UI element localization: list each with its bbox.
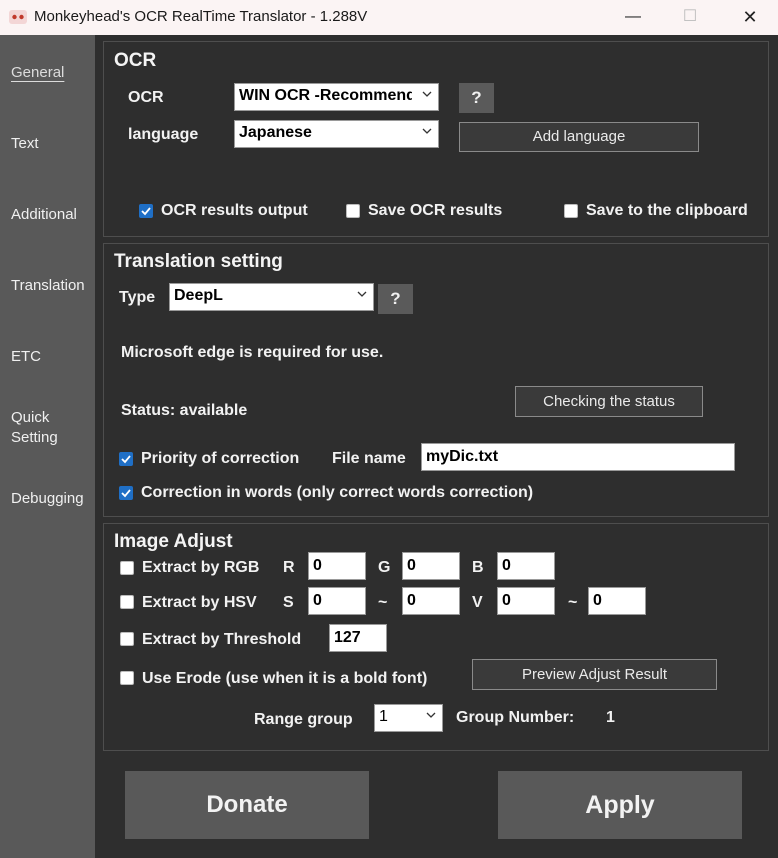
range-group-select[interactable]: 1 (374, 704, 443, 732)
r-label: R (283, 559, 295, 576)
file-name-input[interactable]: myDic.txt (421, 443, 735, 471)
check-icon (141, 207, 151, 216)
correction-words-label: Correction in words (only correct words … (141, 484, 534, 501)
b-input[interactable]: 0 (497, 552, 555, 580)
check-icon (121, 455, 131, 464)
ocr-panel: OCR OCR WIN OCR -Recommended ? language … (103, 41, 769, 237)
ocr-engine-label: OCR (128, 89, 164, 106)
apply-button[interactable]: Apply (498, 771, 742, 839)
sidebar-item-text[interactable]: Text (11, 134, 39, 154)
title-bar: Monkeyhead's OCR RealTime Translator - 1… (0, 0, 778, 35)
app-icon (9, 10, 27, 24)
translation-type-select[interactable]: DeepL (169, 283, 374, 311)
v-label: V (472, 594, 483, 611)
window-title: Monkeyhead's OCR RealTime Translator - 1… (34, 8, 368, 25)
extract-hsv-checkbox[interactable] (120, 595, 134, 609)
v-to-input[interactable]: 0 (588, 587, 646, 615)
ocr-engine-select[interactable]: WIN OCR -Recommended (234, 83, 439, 111)
s-label: S (283, 594, 294, 611)
sidebar-item-etc[interactable]: ETC (11, 347, 41, 367)
image-adjust-panel: Image Adjust Extract by RGB R 0 G 0 B 0 … (103, 523, 769, 751)
language-select[interactable]: Japanese (234, 120, 439, 148)
threshold-input[interactable]: 127 (329, 624, 387, 652)
range-group-label: Range group (254, 711, 353, 728)
group-number-label: Group Number: (456, 709, 575, 726)
translation-type-label: Type (119, 289, 156, 306)
g-label: G (378, 559, 391, 576)
add-language-button[interactable]: Add language (459, 122, 699, 152)
extract-rgb-checkbox[interactable] (120, 561, 134, 575)
extract-rgb-label: Extract by RGB (142, 559, 260, 576)
s-range-tilde: ~ (378, 594, 388, 611)
s-from-input[interactable]: 0 (308, 587, 366, 615)
translation-heading: Translation setting (114, 251, 283, 272)
extract-threshold-checkbox[interactable] (120, 632, 134, 646)
ocr-results-output-label: OCR results output (161, 202, 308, 219)
ocr-results-output-checkbox[interactable] (139, 204, 153, 218)
chevron-down-icon (422, 128, 432, 134)
save-clipboard-label: Save to the clipboard (586, 202, 748, 219)
r-input[interactable]: 0 (308, 552, 366, 580)
maximize-button[interactable]: ☐ (670, 4, 710, 30)
extract-hsv-label: Extract by HSV (142, 594, 257, 611)
preview-adjust-button[interactable]: Preview Adjust Result (472, 659, 717, 690)
sidebar: General Text Additional Translation ETC … (0, 35, 95, 858)
sidebar-item-general[interactable]: General (11, 63, 64, 83)
priority-correction-label: Priority of correction (141, 450, 300, 467)
chevron-down-icon (357, 291, 367, 297)
correction-words-checkbox[interactable] (119, 486, 133, 500)
check-icon (121, 489, 131, 498)
status-text: Status: available (121, 402, 248, 419)
sidebar-item-additional[interactable]: Additional (11, 205, 77, 225)
language-label: language (128, 126, 199, 143)
save-clipboard-checkbox[interactable] (564, 204, 578, 218)
image-adjust-heading: Image Adjust (114, 531, 233, 552)
group-number-value: 1 (606, 709, 615, 726)
main-content: OCR OCR WIN OCR -Recommended ? language … (95, 35, 778, 858)
use-erode-label: Use Erode (use when it is a bold font) (142, 670, 428, 687)
g-input[interactable]: 0 (402, 552, 460, 580)
sidebar-item-debugging[interactable]: Debugging (11, 489, 84, 509)
minimize-button[interactable]: — (613, 4, 653, 30)
close-button[interactable]: ✕ (730, 4, 770, 30)
chevron-down-icon (422, 91, 432, 97)
file-name-label: File name (332, 450, 406, 467)
ocr-heading: OCR (114, 50, 157, 71)
b-label: B (472, 559, 484, 576)
chevron-down-icon (426, 712, 436, 718)
priority-correction-checkbox[interactable] (119, 452, 133, 466)
donate-button[interactable]: Donate (125, 771, 369, 839)
v-range-tilde: ~ (568, 594, 578, 611)
sidebar-item-translation[interactable]: Translation (11, 276, 85, 296)
translation-help-button[interactable]: ? (378, 284, 413, 314)
use-erode-checkbox[interactable] (120, 671, 134, 685)
s-to-input[interactable]: 0 (402, 587, 460, 615)
extract-threshold-label: Extract by Threshold (142, 631, 302, 648)
save-ocr-results-label: Save OCR results (368, 202, 503, 219)
check-status-button[interactable]: Checking the status (515, 386, 703, 417)
save-ocr-results-checkbox[interactable] (346, 204, 360, 218)
ocr-help-button[interactable]: ? (459, 83, 494, 113)
v-from-input[interactable]: 0 (497, 587, 555, 615)
translation-panel: Translation setting Type DeepL ? Microso… (103, 243, 769, 517)
sidebar-item-quick-setting[interactable]: Quick Setting (11, 408, 58, 448)
edge-required-note: Microsoft edge is required for use. (121, 344, 384, 361)
